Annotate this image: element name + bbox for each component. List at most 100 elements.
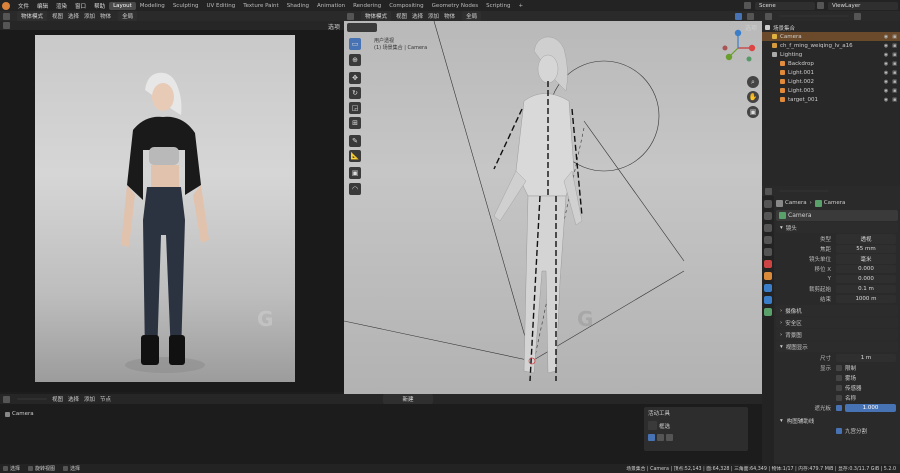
tab-texture-paint[interactable]: Texture Paint [239, 2, 283, 10]
property-field[interactable]: 透视 [836, 234, 896, 244]
physics-tab-icon[interactable] [764, 284, 772, 292]
property-field[interactable]: 毫米 [836, 254, 896, 264]
display-size-field[interactable]: 1 m [836, 354, 896, 362]
menu-add[interactable]: 添加 [84, 12, 95, 20]
menu-object[interactable]: 物体 [100, 12, 111, 20]
node-editor[interactable]: Camera 活动工具 框选 [0, 404, 762, 464]
visibility-toggles[interactable]: ◉ ▣ [884, 79, 897, 85]
tab-animation[interactable]: Animation [313, 2, 349, 10]
outliner-item[interactable]: target_001 ◉ ▣ [762, 95, 900, 104]
menu-add[interactable]: 添加 [84, 395, 95, 403]
visibility-toggles[interactable]: ◉ ▣ [884, 43, 897, 49]
menu-node[interactable]: 节点 [100, 395, 111, 403]
checkbox[interactable] [836, 385, 842, 391]
scene-tab-icon[interactable] [764, 248, 772, 256]
property-field[interactable]: 55 mm [836, 245, 896, 253]
visibility-toggles[interactable]: ◉ ▣ [884, 97, 897, 103]
menu-edit[interactable]: 编辑 [37, 2, 48, 10]
editor-type-icon[interactable] [347, 12, 354, 20]
editor-type-icon[interactable] [3, 12, 10, 20]
property-field[interactable]: 1000 m [836, 295, 896, 303]
tab-uv-editing[interactable]: UV Editing [203, 2, 240, 10]
editor-type-icon[interactable] [3, 395, 10, 403]
menu-select[interactable]: 选择 [412, 12, 423, 20]
menu-view[interactable]: 视图 [396, 12, 407, 20]
render-tab-icon[interactable] [764, 212, 772, 220]
view-layer-selector[interactable]: ViewLayer [828, 1, 898, 10]
property-field[interactable]: 0.000 [836, 275, 896, 283]
object-type-selector[interactable] [17, 398, 47, 400]
object-tab-icon[interactable] [764, 272, 772, 280]
main-viewport[interactable]: 用户透视 (1) 场景集合 | Camera 选项 ▭ ⊕ ✥ ↻ ◲ ⊞ ✎ … [257, 21, 762, 394]
visibility-toggles[interactable]: ◉ ▣ [884, 88, 897, 94]
world-tab-icon[interactable] [764, 260, 772, 268]
add-workspace-button[interactable]: + [515, 2, 528, 10]
outliner-item[interactable]: Light.003 ◉ ▣ [762, 86, 900, 95]
mode-extend-icon[interactable] [657, 434, 664, 441]
tab-modeling[interactable]: Modeling [136, 2, 169, 10]
lens-section-header[interactable]: ▾ 镜头 [776, 222, 898, 233]
filter-icon[interactable] [854, 12, 861, 20]
outliner-item[interactable]: Backdrop ◉ ▣ [762, 59, 900, 68]
tab-layout[interactable]: Layout [109, 1, 136, 10]
menu-render[interactable]: 渲染 [56, 2, 67, 10]
orientation-selector[interactable]: 全局 [118, 11, 138, 21]
outliner-item[interactable]: Light.002 ◉ ▣ [762, 77, 900, 86]
outliner-item[interactable]: Light.001 ◉ ▣ [762, 68, 900, 77]
mode-set-icon[interactable] [648, 434, 655, 441]
new-button[interactable]: 新建 [383, 394, 434, 404]
outliner-search-input[interactable] [779, 15, 849, 17]
view-layer-tab-icon[interactable] [764, 236, 772, 244]
outliner-item[interactable]: ch_f_ming_weiqing_lv_a16 ◉ ▣ [762, 41, 900, 50]
menu-view[interactable]: 视图 [52, 395, 63, 403]
section-header[interactable]: ▾ 视图显示 [776, 341, 898, 352]
thirds-checkbox[interactable] [836, 428, 842, 434]
tab-sculpting[interactable]: Sculpting [169, 2, 203, 10]
outliner[interactable]: 场景集合 Camera ◉ ▣ ch_f_ming_weiqing_lv_a16 ◉ ▣ L… [762, 21, 900, 186]
visibility-toggles[interactable]: ◉ ▣ [884, 70, 897, 76]
output-tab-icon[interactable] [764, 224, 772, 232]
editor-type-icon[interactable] [765, 12, 772, 20]
outliner-scene-collection[interactable]: 场景集合 [762, 23, 900, 32]
tab-shading[interactable]: Shading [283, 2, 313, 10]
orientation-selector[interactable]: 全局 [462, 11, 482, 21]
outliner-item[interactable]: Camera ◉ ▣ [762, 32, 900, 41]
checkbox[interactable] [836, 375, 842, 381]
menu-select[interactable]: 选择 [68, 395, 79, 403]
camera-data-tab-icon[interactable] [764, 308, 772, 316]
tab-rendering[interactable]: Rendering [349, 2, 385, 10]
passepartout-checkbox[interactable] [836, 405, 842, 411]
section-header[interactable]: › 背景图 [776, 329, 898, 340]
composition-guides-header[interactable]: ▾ 构图辅助线 [776, 416, 898, 426]
properties-search-input[interactable] [779, 190, 829, 192]
section-header[interactable]: › 安全区 [776, 317, 898, 328]
menu-file[interactable]: 文件 [18, 2, 29, 10]
menu-help[interactable]: 帮助 [94, 2, 105, 10]
section-header[interactable]: › 摄像机 [776, 305, 898, 316]
outliner-item[interactable]: Lighting ◉ ▣ [762, 50, 900, 59]
select-box-icon[interactable] [648, 421, 657, 430]
property-field[interactable]: 0.000 [836, 265, 896, 273]
scene-selector[interactable]: Scene [755, 1, 815, 10]
visibility-toggles[interactable]: ◉ ▣ [884, 61, 897, 67]
tab-geometry-nodes[interactable]: Geometry Nodes [428, 2, 482, 10]
property-field[interactable]: 0.1 m [836, 285, 896, 293]
tab-scripting[interactable]: Scripting [482, 2, 514, 10]
checkbox[interactable] [836, 395, 842, 401]
tab-compositing[interactable]: Compositing [385, 2, 427, 10]
mode-selector[interactable]: 物体模式 [17, 11, 48, 21]
menu-view[interactable]: 视图 [52, 12, 63, 20]
visibility-toggles[interactable]: ◉ ▣ [884, 34, 897, 40]
menu-select[interactable]: 选择 [68, 12, 79, 20]
mode-selector[interactable]: 物体模式 [361, 11, 392, 21]
play-icon[interactable] [3, 22, 10, 29]
menu-add[interactable]: 添加 [428, 12, 439, 20]
camera-name-field[interactable]: Camera [776, 210, 898, 221]
left-viewport[interactable] [0, 30, 344, 392]
editor-type-icon[interactable] [765, 187, 772, 195]
visibility-toggles[interactable]: ◉ ▣ [884, 52, 897, 58]
constraints-tab-icon[interactable] [764, 296, 772, 304]
passepartout-slider[interactable]: 1.000 [845, 404, 896, 412]
mode-subtract-icon[interactable] [666, 434, 673, 441]
blender-logo-icon[interactable] [2, 1, 10, 10]
